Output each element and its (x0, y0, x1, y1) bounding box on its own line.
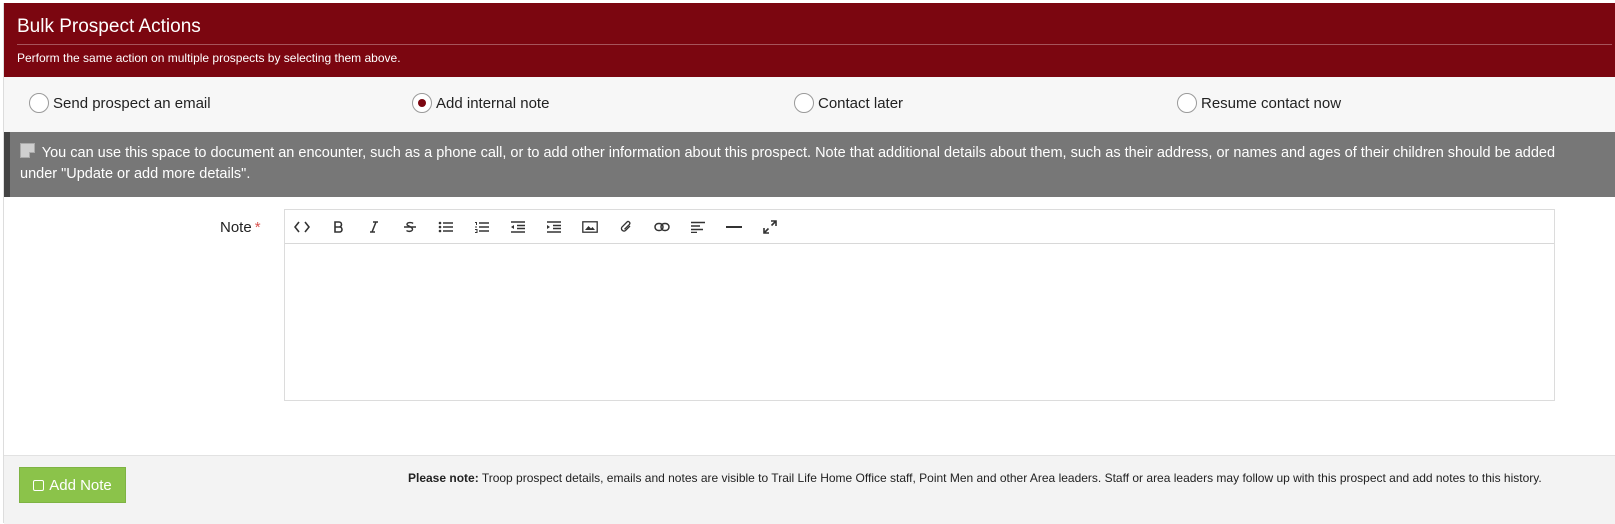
radio-add-internal-note[interactable]: Add internal note (412, 93, 549, 113)
radio-circle[interactable] (29, 93, 49, 113)
panel-title: Bulk Prospect Actions (17, 16, 201, 37)
radio-circle[interactable] (412, 93, 432, 113)
numbered-list-icon[interactable] (470, 216, 494, 238)
radio-resume-contact[interactable]: Resume contact now (1177, 93, 1341, 113)
bulk-prospect-actions-panel: Bulk Prospect Actions Perform the same a… (3, 3, 1615, 524)
panel-subtitle: Perform the same action on multiple pros… (17, 51, 401, 65)
horizontal-rule-icon[interactable] (722, 216, 746, 238)
radio-circle[interactable] (1177, 93, 1197, 113)
radio-label-contact-later: Contact later (818, 94, 904, 112)
bold-icon[interactable] (326, 216, 350, 238)
attachment-icon[interactable] (614, 216, 638, 238)
note-rich-text-editor[interactable] (284, 209, 1555, 401)
editor-toolbar (285, 210, 1554, 244)
panel-footer: Add Note Please note: Troop prospect det… (4, 455, 1615, 524)
add-note-button[interactable]: Add Note (19, 467, 126, 503)
indent-icon[interactable] (542, 216, 566, 238)
radio-contact-later[interactable]: Contact later (794, 93, 903, 113)
link-icon[interactable] (650, 216, 674, 238)
sticky-note-icon (20, 143, 35, 158)
image-icon[interactable] (578, 216, 602, 238)
strikethrough-icon[interactable] (398, 216, 422, 238)
radio-label-send-email: Send prospect an email (53, 94, 211, 112)
required-asterisk: * (254, 219, 261, 236)
note-label-text: Note (220, 219, 252, 236)
header-divider (17, 44, 1612, 45)
info-text: You can use this space to document an en… (20, 145, 1556, 182)
action-radio-group: Send prospect an email Add internal note… (4, 77, 1615, 132)
radio-label-add-internal-note: Add internal note (436, 94, 550, 112)
bullet-list-icon[interactable] (434, 216, 458, 238)
add-note-button-label: Add Note (49, 476, 112, 494)
code-icon[interactable] (290, 216, 314, 238)
align-left-icon[interactable] (686, 216, 710, 238)
outdent-icon[interactable] (506, 216, 530, 238)
visibility-notice: Please note: Troop prospect details, ema… (408, 470, 1608, 486)
italic-icon[interactable] (362, 216, 386, 238)
panel-header: Bulk Prospect Actions Perform the same a… (4, 3, 1615, 77)
info-callout: You can use this space to document an en… (4, 132, 1615, 197)
note-field-label: Note * (220, 219, 261, 236)
visibility-notice-bold: Please note: (408, 471, 479, 485)
visibility-notice-text: Troop prospect details, emails and notes… (478, 471, 1542, 485)
radio-circle[interactable] (794, 93, 814, 113)
radio-label-resume-contact: Resume contact now (1201, 94, 1342, 112)
radio-send-email[interactable]: Send prospect an email (29, 93, 211, 113)
fullscreen-icon[interactable] (758, 216, 782, 238)
note-icon (33, 479, 45, 491)
